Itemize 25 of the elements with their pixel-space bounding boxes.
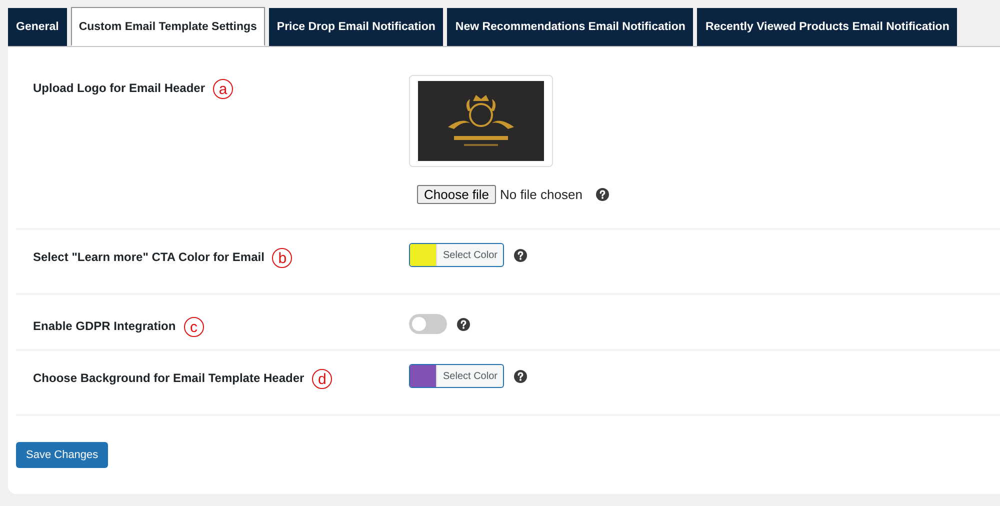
help-icon[interactable] [457, 318, 470, 330]
color-picker-button[interactable]: Select Color [409, 243, 504, 267]
setting-label: Select "Learn more" CTA Color for Email [33, 250, 264, 264]
choose-file-button[interactable]: Choose file [417, 185, 496, 204]
help-icon[interactable] [514, 248, 528, 262]
color-picker-button[interactable]: Select Color [409, 364, 504, 388]
annotation-marker: d [312, 369, 332, 389]
setting-label: Upload Logo for Email Header [33, 81, 206, 95]
tab[interactable]: New Recommendations Email Notification [447, 8, 694, 46]
help-icon[interactable] [596, 188, 610, 201]
tab[interactable]: Recently Viewed Products Email Notification [697, 8, 958, 46]
tab[interactable]: Price Drop Email Notification [268, 8, 444, 46]
select-color-label: Select Color [436, 244, 504, 266]
toggle-switch[interactable] [409, 314, 447, 334]
help-icon[interactable] [514, 370, 528, 382]
annotation-marker: c [184, 317, 204, 337]
tab[interactable]: Custom Email Template Settings [70, 7, 265, 46]
file-status: No file chosen [500, 187, 582, 202]
annotation-marker: b [272, 248, 292, 268]
select-color-label: Select Color [436, 365, 504, 387]
save-changes-button[interactable]: Save Changes [16, 442, 108, 468]
setting-label: Enable GDPR Integration [33, 319, 176, 333]
annotation-marker: a [213, 79, 234, 99]
setting-label: Choose Background for Email Template Header [33, 371, 304, 385]
tab[interactable]: General [8, 8, 67, 46]
